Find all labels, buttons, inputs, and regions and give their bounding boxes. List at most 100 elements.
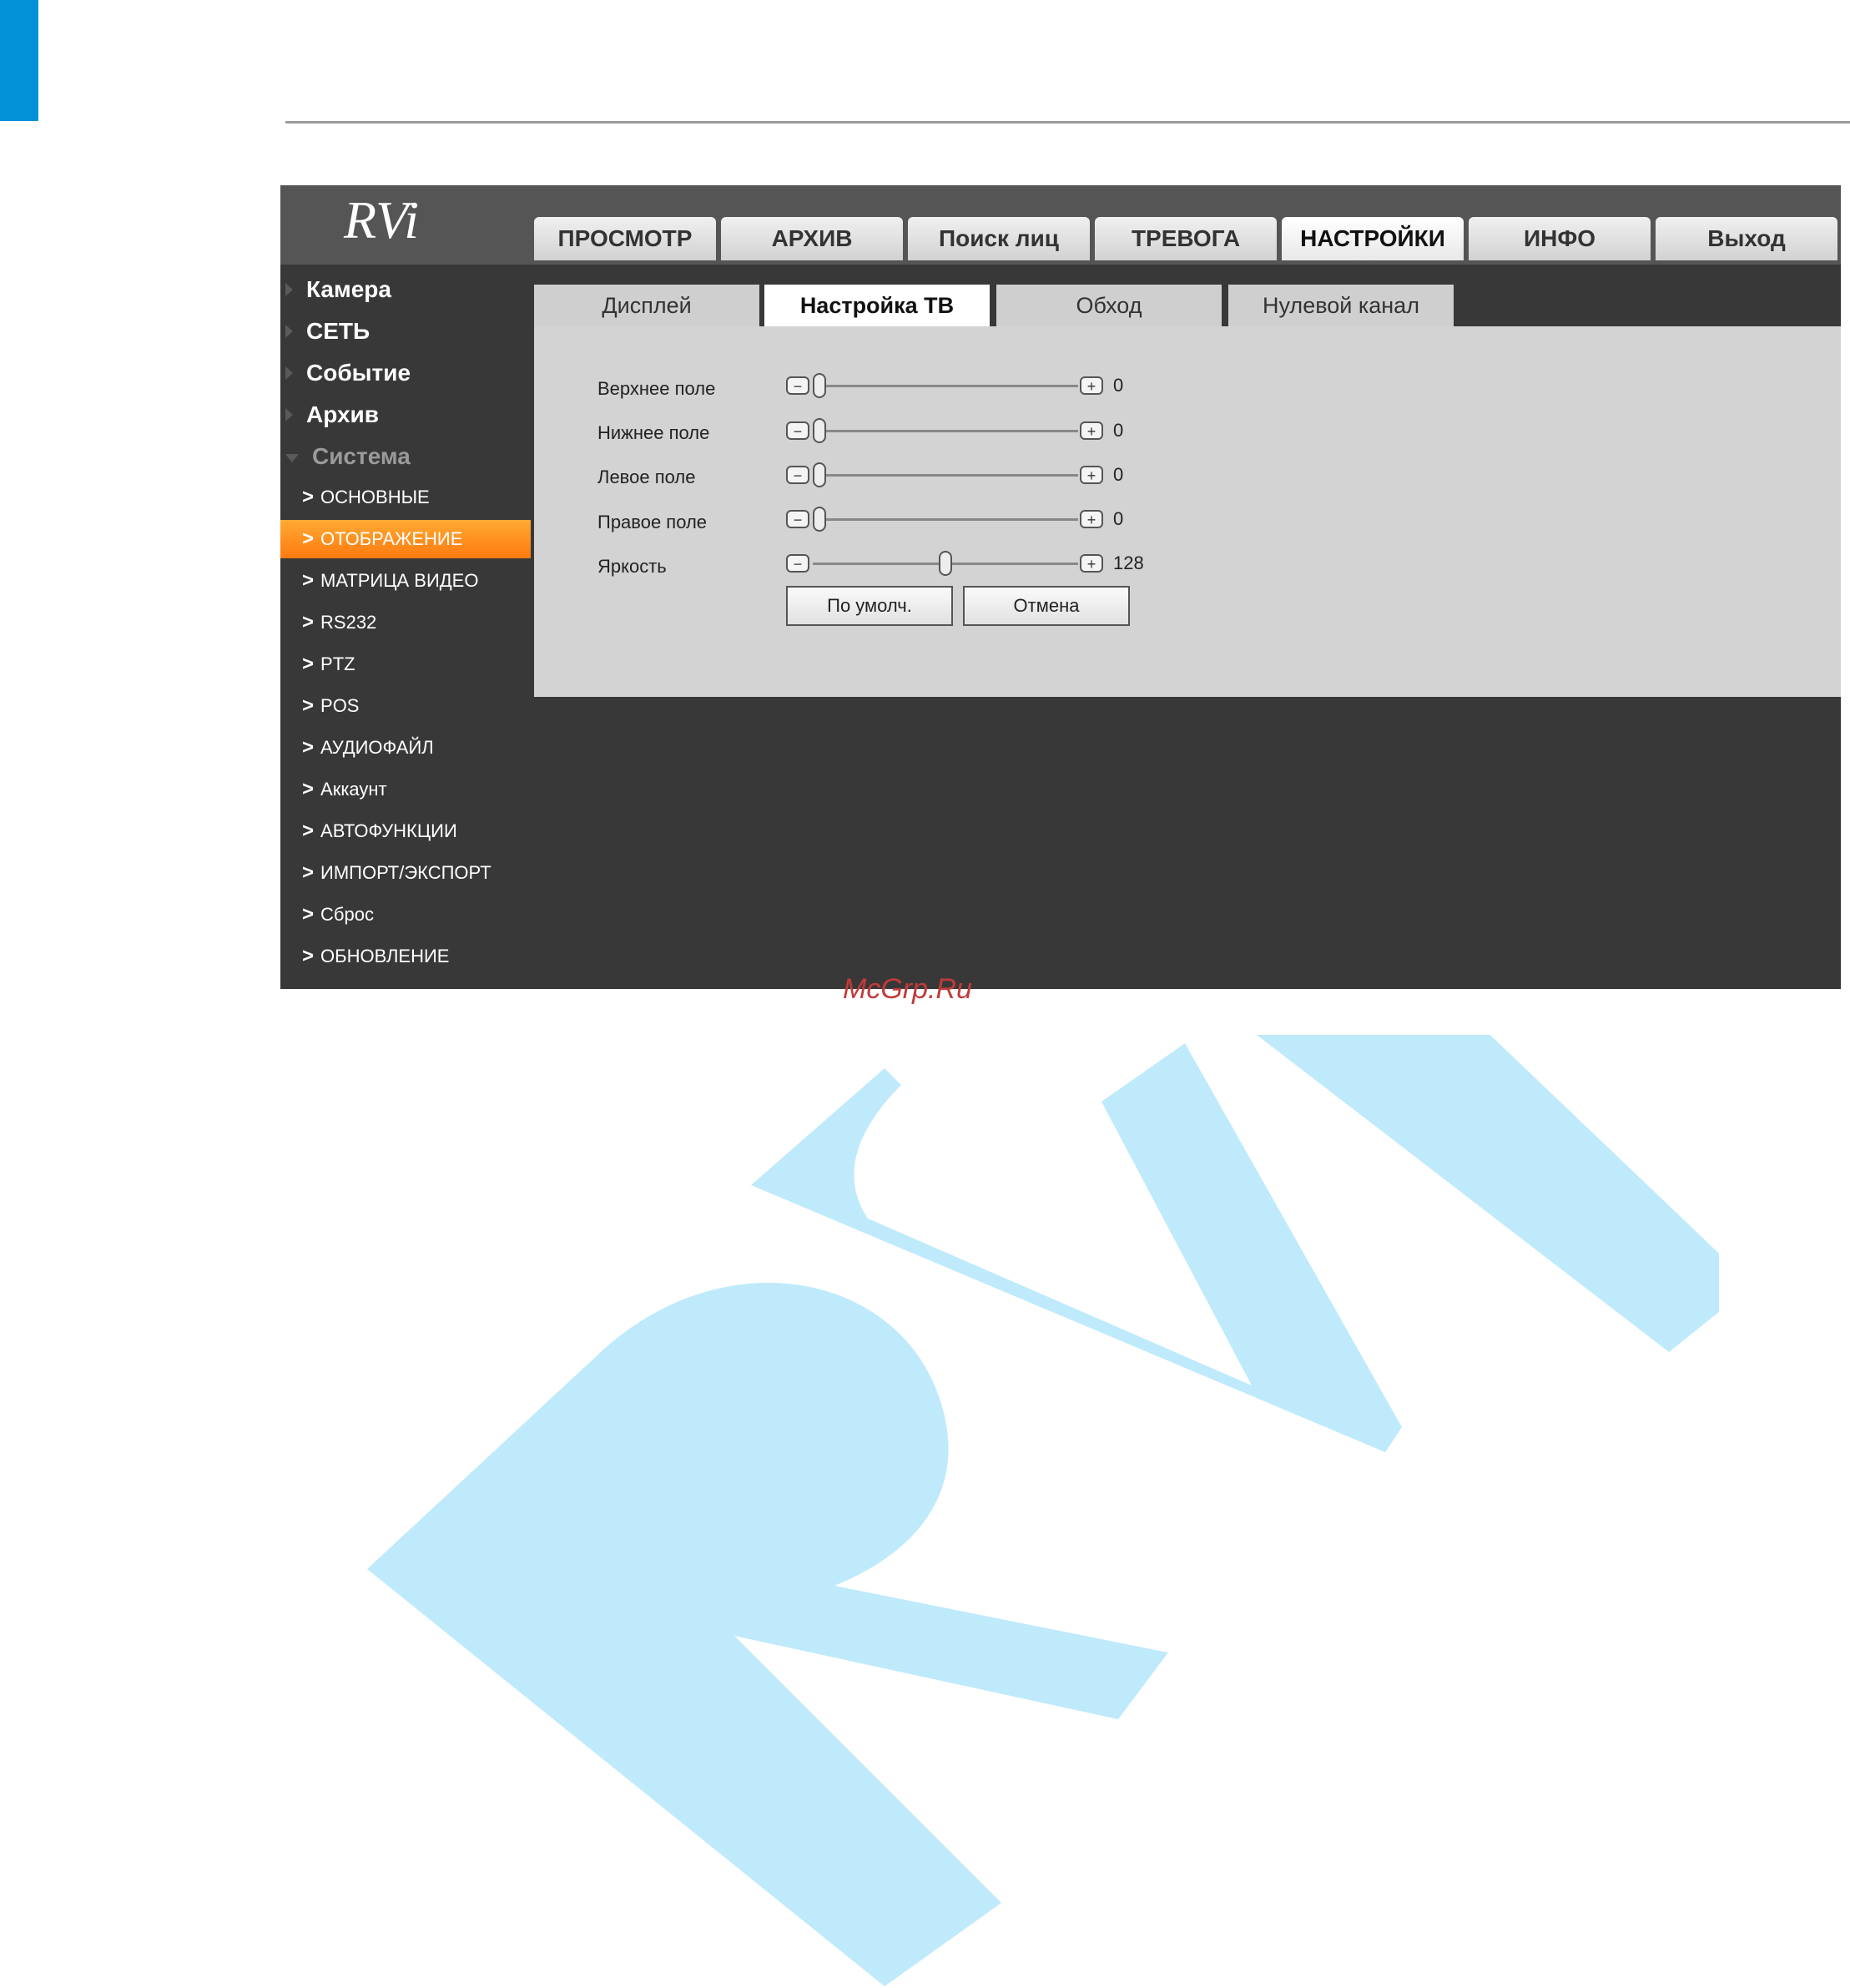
sidebar-item-import-export[interactable]: > ИМПОРТ/ЭКСПОРТ (280, 854, 531, 892)
sidebar-item-label: ОТОБРАЖЕНИЕ (320, 528, 463, 549)
slider-track[interactable] (813, 430, 1078, 432)
sidebar-item-pos[interactable]: > POS (280, 687, 531, 725)
minus-icon[interactable]: − (786, 466, 809, 484)
plus-icon[interactable]: + (1080, 466, 1103, 484)
sidebar-item-audio-file[interactable]: > АУДИОФАЙЛ (280, 729, 531, 767)
sidebar-item-ptz[interactable]: > PTZ (280, 645, 531, 684)
slider-track[interactable] (813, 385, 1078, 387)
sidebar-item-label: RS232 (320, 612, 377, 633)
subtab-tour[interactable]: Обход (996, 285, 1222, 326)
slider-thumb[interactable] (813, 507, 826, 532)
right-margin-label: Правое поле (597, 512, 708, 532)
sidebar-item-label: ОБНОВЛЕНИЕ (320, 946, 450, 966)
tv-adjust-panel: Верхнее поле − + 0 Нижнее поле − + 0 Лев… (534, 326, 1841, 697)
top-margin-slider[interactable]: − + (786, 371, 1103, 400)
top-margin-value: 0 (1113, 375, 1124, 396)
sidebar-category-camera[interactable]: Камера (280, 270, 531, 310)
chevron-right-icon: > (302, 611, 315, 633)
slider-track[interactable] (813, 518, 1078, 521)
sidebar-item-label: POS (320, 695, 360, 716)
left-margin-label: Левое поле (597, 467, 696, 487)
sidebar-item-general[interactable]: > ОСНОВНЫЕ (280, 478, 531, 517)
subtab-tv-adjust[interactable]: Настройка ТВ (764, 285, 990, 326)
sidebar-category-event[interactable]: Событие (280, 353, 531, 393)
sidebar-category-network[interactable]: СЕТЬ (280, 311, 531, 351)
plus-icon[interactable]: + (1080, 510, 1103, 528)
left-margin-value: 0 (1113, 464, 1124, 485)
sidebar-item-label: ОСНОВНЫЕ (320, 487, 430, 507)
expand-arrow-icon (285, 325, 293, 338)
sidebar-category-archive[interactable]: Архив (280, 395, 531, 435)
bottom-margin-value: 0 (1113, 420, 1124, 441)
sidebar-category-label: СЕТЬ (306, 318, 371, 344)
sidebar-item-label: PTZ (320, 653, 355, 674)
top-margin-label: Верхнее поле (597, 378, 716, 399)
subtab-zero-channel[interactable]: Нулевой канал (1228, 285, 1454, 326)
slider-thumb[interactable] (813, 418, 826, 443)
minus-icon[interactable]: − (786, 510, 809, 528)
corner-accent-bar (0, 0, 38, 121)
top-nav-bar: RVi ПРОСМОТР АРХИВ Поиск лиц ТРЕВОГА НАС… (280, 185, 1841, 265)
sidebar: Камера СЕТЬ Событие Архив Система > ОСНОВ… (280, 265, 531, 989)
slider-thumb[interactable] (939, 551, 952, 576)
chevron-right-icon: > (302, 945, 315, 967)
tab-logout[interactable]: Выход (1656, 217, 1837, 260)
slider-thumb[interactable] (813, 373, 826, 398)
tab-settings[interactable]: НАСТРОЙКИ (1282, 217, 1464, 260)
chevron-right-icon: > (302, 736, 315, 759)
chevron-right-icon: > (302, 527, 315, 550)
brightness-slider[interactable]: − + (786, 549, 1103, 578)
chevron-right-icon: > (302, 569, 315, 592)
sidebar-category-label: Система (312, 443, 411, 469)
cancel-button[interactable]: Отмена (963, 586, 1130, 626)
expand-arrow-icon (285, 408, 293, 421)
sidebar-category-label: Камера (306, 276, 391, 302)
plus-icon[interactable]: + (1080, 554, 1103, 573)
brightness-value: 128 (1113, 553, 1144, 573)
chevron-right-icon: > (302, 861, 315, 884)
sidebar-item-reset[interactable]: > Сброс (280, 896, 531, 934)
brightness-label: Яркость (597, 556, 667, 577)
sidebar-item-account[interactable]: > Аккаунт (280, 770, 531, 809)
sidebar-category-label: Архив (306, 401, 379, 427)
sidebar-item-label: АВТОФУНКЦИИ (320, 820, 457, 841)
chevron-right-icon: > (302, 820, 315, 842)
tab-info[interactable]: ИНФО (1469, 217, 1651, 260)
sidebar-category-system[interactable]: Система (280, 436, 531, 477)
subtab-display[interactable]: Дисплей (534, 285, 759, 326)
sidebar-item-auto-functions[interactable]: > АВТОФУНКЦИИ (280, 812, 531, 850)
sidebar-category-label: Событие (306, 360, 411, 386)
sidebar-item-rs232[interactable]: > RS232 (280, 603, 531, 642)
header-divider (285, 121, 1850, 124)
tab-face-search[interactable]: Поиск лиц (908, 217, 1090, 260)
bottom-margin-slider[interactable]: − + (786, 416, 1103, 445)
sidebar-item-video-matrix[interactable]: > МАТРИЦА ВИДЕО (280, 562, 531, 600)
chevron-right-icon: > (302, 694, 315, 717)
watermark-shapes (367, 1035, 1719, 1986)
tab-archive[interactable]: АРХИВ (721, 217, 903, 260)
sidebar-item-update[interactable]: > ОБНОВЛЕНИЕ (280, 937, 531, 976)
plus-icon[interactable]: + (1080, 421, 1103, 440)
right-margin-slider[interactable]: − + (786, 505, 1103, 533)
tab-view[interactable]: ПРОСМОТР (534, 217, 716, 260)
minus-icon[interactable]: − (786, 376, 809, 395)
sidebar-item-label: МАТРИЦА ВИДЕО (320, 570, 479, 591)
bottom-margin-label: Нижнее поле (597, 422, 710, 443)
plus-icon[interactable]: + (1080, 376, 1103, 395)
web-ui-window: RVi ПРОСМОТР АРХИВ Поиск лиц ТРЕВОГА НАС… (280, 185, 1841, 989)
tab-alarm[interactable]: ТРЕВОГА (1095, 217, 1277, 260)
right-margin-value: 0 (1113, 508, 1124, 529)
logo-lettering: RVi (343, 190, 419, 250)
minus-icon[interactable]: − (786, 554, 809, 573)
left-margin-slider[interactable]: − + (786, 461, 1103, 489)
sidebar-item-label: Сброс (320, 904, 374, 925)
sidebar-item-label: Аккаунт (320, 779, 387, 800)
watermark-text: McGrp.Ru (843, 973, 972, 1005)
minus-icon[interactable]: − (786, 421, 809, 440)
slider-thumb[interactable] (813, 462, 826, 487)
sidebar-item-display[interactable]: > ОТОБРАЖЕНИЕ (280, 520, 531, 558)
slider-track[interactable] (813, 474, 1078, 477)
chevron-right-icon: > (302, 653, 315, 675)
default-button[interactable]: По умолч. (786, 586, 953, 626)
collapse-arrow-icon (285, 454, 299, 462)
